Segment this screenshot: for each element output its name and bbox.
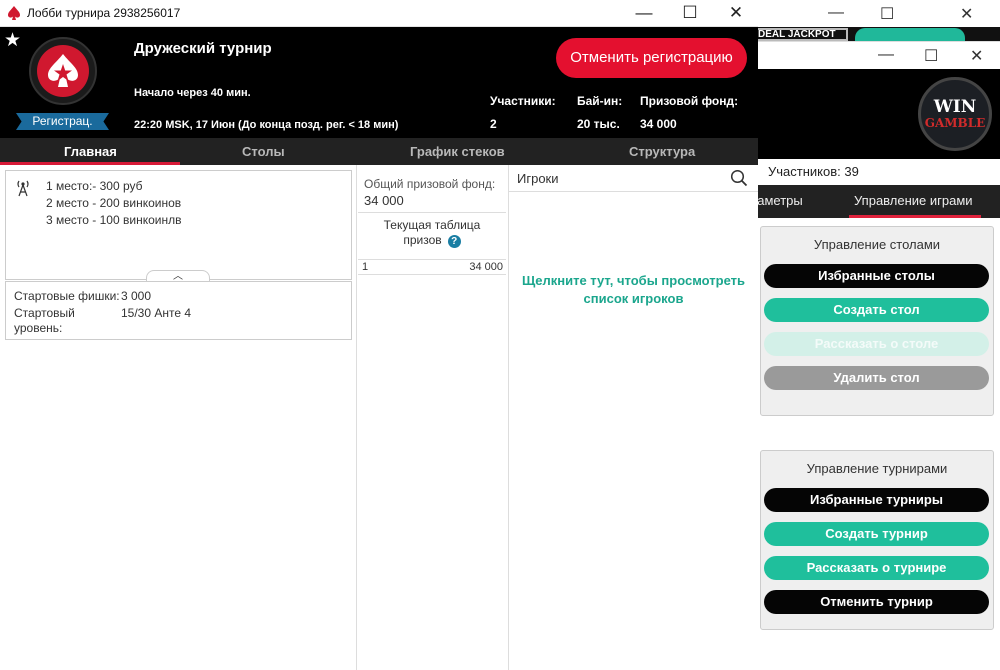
prize-fund-value: 34 000 bbox=[640, 117, 677, 131]
current-prize-table-line1: Текущая таблица bbox=[383, 218, 481, 232]
bg-maximize-button[interactable]: ☐ bbox=[880, 4, 894, 24]
status-badge: Регистрац. bbox=[16, 113, 109, 130]
participants-label: Участники: bbox=[490, 94, 556, 108]
titlebar: Лобби турнира 2938256017 — ☐ ✕ bbox=[0, 0, 758, 27]
prize-fund-label: Призовой фонд: bbox=[640, 94, 739, 108]
share-table-button[interactable]: Рассказать о столе bbox=[764, 332, 989, 356]
bg-close-button[interactable]: ✕ bbox=[960, 4, 973, 24]
delete-table-button[interactable]: Удалить стол bbox=[764, 366, 989, 390]
club-tabs: раметры Управление играми bbox=[750, 185, 1000, 218]
help-icon[interactable]: ? bbox=[447, 235, 461, 248]
table-management-title: Управление столами bbox=[813, 237, 941, 252]
favorite-tournaments-button[interactable]: Избранные турниры bbox=[764, 488, 989, 512]
tournament-management-title: Управление турнирами bbox=[806, 461, 948, 476]
tournament-header: ★ Регистрац. Дружеский турнир Начало чер… bbox=[0, 27, 758, 138]
current-prize-table-heading: Текущая таблица призов? bbox=[358, 218, 506, 248]
spade-star-icon bbox=[37, 45, 89, 97]
logo-word-gamble: GAMBLE bbox=[924, 115, 986, 130]
active-tab-underline bbox=[849, 215, 981, 218]
win-gamble-logo: WIN GAMBLE bbox=[918, 77, 992, 151]
unregister-button[interactable]: Отменить регистрацию bbox=[556, 38, 747, 78]
buyin-label: Бай-ин: bbox=[577, 94, 623, 108]
favorite-tables-button[interactable]: Избранные столы bbox=[764, 264, 989, 288]
tab-game-management[interactable]: Управление играми bbox=[854, 193, 973, 208]
players-label: Игроки bbox=[517, 171, 559, 186]
background-window: — ☐ ✕ DEAL JACKPOT — ☐ ✕ WIN GAMBLE Учас… bbox=[750, 0, 1000, 670]
bg-minimize-button[interactable]: — bbox=[828, 4, 844, 22]
view-players-link-line1: Щелкните тут, чтобы просмотреть bbox=[522, 273, 745, 288]
main-content: 1 место:- 300 руб 2 место - 200 винкоино… bbox=[0, 165, 758, 670]
club-header: WIN GAMBLE bbox=[750, 69, 1000, 159]
prize-row-place: 1 bbox=[362, 261, 369, 273]
starting-info-box: Стартовые фишки: 3 000 Стартовый уровень… bbox=[5, 281, 352, 340]
prize-row-amount: 34 000 bbox=[469, 261, 503, 273]
background-inner-titlebar: — ☐ ✕ bbox=[750, 41, 1000, 69]
current-prize-table-line2: призов bbox=[403, 233, 442, 247]
inner-close-button[interactable]: ✕ bbox=[970, 46, 983, 66]
tab-structure[interactable]: Структура bbox=[629, 144, 695, 159]
view-players-link[interactable]: Щелкните тут, чтобы просмотреть список и… bbox=[509, 272, 758, 308]
starting-chips-value: 3 000 bbox=[121, 289, 152, 303]
inner-minimize-button[interactable]: — bbox=[878, 46, 894, 64]
logo-word-win: WIN bbox=[933, 96, 977, 117]
pokerstars-spade-icon bbox=[8, 6, 20, 20]
tournament-management-panel: Управление турнирами Избранные турниры С… bbox=[760, 450, 994, 630]
antenna-icon bbox=[17, 180, 29, 197]
create-tournament-button[interactable]: Создать турнир bbox=[764, 522, 989, 546]
starting-level-label: Стартовый bbox=[14, 306, 75, 320]
column-divider bbox=[508, 165, 509, 670]
prize-pool-label: Общий призовой фонд: bbox=[364, 177, 496, 191]
background-titlebar: — ☐ ✕ bbox=[750, 0, 1000, 27]
tournament-date: 22:20 MSK, 17 Июн (До конца позд. рег. <… bbox=[134, 119, 399, 131]
starting-chips-label: Стартовые фишки: bbox=[14, 289, 120, 303]
participants-value: 2 bbox=[490, 117, 497, 131]
tab-main[interactable]: Главная bbox=[64, 144, 117, 159]
inner-maximize-button[interactable]: ☐ bbox=[924, 46, 938, 66]
prize-place-1: 1 место:- 300 руб bbox=[46, 179, 143, 193]
share-tournament-button[interactable]: Рассказать о турнире bbox=[764, 556, 989, 580]
prize-place-2: 2 место - 200 винкоинов bbox=[46, 196, 182, 210]
tournament-lobby-window: Лобби турнира 2938256017 — ☐ ✕ ★ Регистр… bbox=[0, 0, 758, 670]
players-header: Игроки bbox=[509, 165, 758, 192]
close-button[interactable]: ✕ bbox=[726, 3, 746, 23]
maximize-button[interactable]: ☐ bbox=[680, 3, 700, 23]
divider bbox=[358, 212, 506, 213]
lobby-tabs: Главная Столы График стеков Структура bbox=[0, 138, 758, 165]
favorite-star-icon[interactable]: ★ bbox=[4, 29, 21, 52]
buyin-value: 20 тыс. bbox=[577, 117, 620, 131]
cancel-tournament-button[interactable]: Отменить турнир bbox=[764, 590, 989, 614]
current-prize-table-line2-wrap: призов? bbox=[358, 233, 506, 248]
window-title: Лобби турнира 2938256017 bbox=[27, 6, 181, 20]
table-row: 1 34 000 bbox=[358, 259, 506, 275]
tournament-logo bbox=[29, 37, 97, 105]
prize-place-3: 3 место - 100 винкоинлв bbox=[46, 213, 182, 227]
create-table-button[interactable]: Создать стол bbox=[764, 298, 989, 322]
prize-pool-value: 34 000 bbox=[364, 193, 404, 208]
prize-description-box: 1 место:- 300 руб 2 место - 200 винкоино… bbox=[5, 170, 352, 282]
view-players-link-line2: список игроков bbox=[583, 291, 684, 306]
table-management-panel: Управление столами Избранные столы Созда… bbox=[760, 226, 994, 416]
starting-level-value: 15/30 Анте 4 bbox=[121, 306, 192, 320]
column-divider bbox=[356, 165, 357, 670]
start-countdown: Начало через 40 мин. bbox=[134, 87, 251, 99]
teal-button-partial[interactable] bbox=[855, 28, 965, 41]
minimize-button[interactable]: — bbox=[634, 3, 654, 23]
jackpot-banner: DEAL JACKPOT bbox=[752, 28, 848, 41]
tab-tables[interactable]: Столы bbox=[242, 144, 285, 159]
tab-stack-chart[interactable]: График стеков bbox=[410, 144, 505, 159]
club-participants-count: Участников: 39 bbox=[768, 164, 859, 179]
search-icon[interactable] bbox=[730, 169, 748, 187]
starting-level-label-cont: уровень: bbox=[14, 321, 63, 335]
tournament-name: Дружеский турнир bbox=[134, 40, 272, 57]
